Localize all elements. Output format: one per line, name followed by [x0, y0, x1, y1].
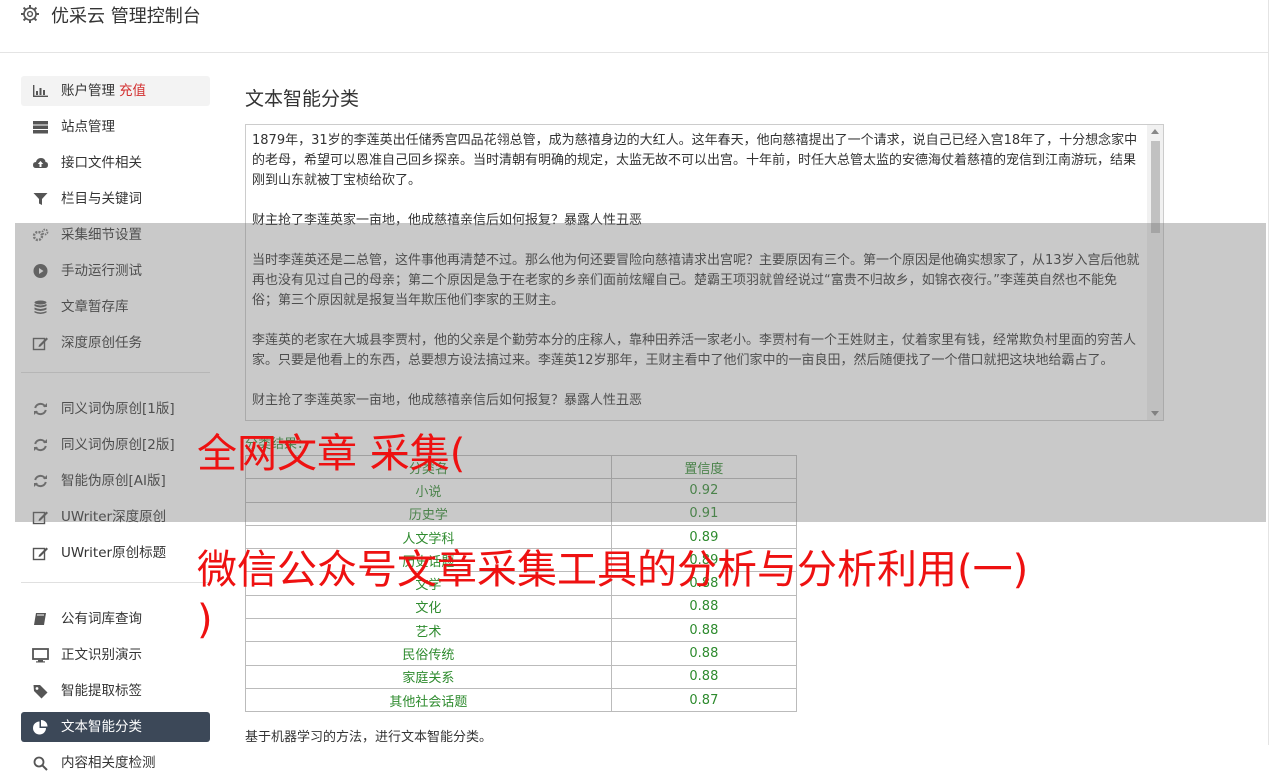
confidence-cell: 0.87: [610, 687, 798, 713]
scroll-up-arrow-icon[interactable]: [1151, 129, 1159, 134]
pie-icon: [33, 720, 48, 735]
server-icon: [33, 121, 48, 134]
sidebar-item-text: 站点管理: [61, 119, 115, 135]
sidebar-item-label: 文本智能分类: [61, 712, 142, 742]
search-icon: [33, 756, 48, 771]
sidebar-item-text: 内容相关度检测: [61, 755, 156, 771]
top-header: 优采云 管理控制台: [0, 0, 1268, 53]
text-paragraph: 1879年，31岁的李莲英出任储秀宫四品花翎总管，成为慈禧身边的大红人。这年春天…: [252, 133, 1138, 188]
monitor-icon: [32, 648, 49, 663]
watermark-line-2-text: 微信公众号文章采集工具的分析与分析利用(一): [197, 547, 1029, 593]
sidebar-item[interactable]: 栏目与关键词: [21, 184, 210, 214]
gear-icon[interactable]: [20, 4, 40, 24]
sidebar-item-label: 接口文件相关: [61, 148, 142, 178]
scrollbar-thumb[interactable]: [1151, 141, 1160, 233]
confidence-cell: 0.88: [610, 641, 798, 666]
book-icon: [34, 613, 46, 625]
chart-icon: [33, 85, 48, 97]
sidebar-item[interactable]: 账户管理 充值: [21, 76, 210, 106]
sidebar-item-text: 接口文件相关: [61, 155, 142, 171]
app-title: 优采云 管理控制台: [51, 6, 201, 27]
sidebar-item-label: 站点管理: [61, 112, 115, 142]
table-row: 民俗传统 0.88: [245, 641, 798, 666]
sidebar-item[interactable]: 内容相关度检测: [21, 748, 210, 778]
sidebar-item-text: 文本智能分类: [61, 719, 142, 735]
filter-icon: [33, 193, 48, 205]
watermark-line-2: 微信公众号文章采集工具的分析与分析利用(一)): [197, 545, 1097, 645]
right-divider: [1268, 0, 1269, 745]
watermark-line-1: 全网文章 采集(: [197, 431, 466, 477]
confidence-cell: 0.88: [610, 664, 798, 689]
footnote: 基于机器学习的方法，进行文本智能分类。: [245, 730, 493, 745]
sidebar-item[interactable]: 文本智能分类: [21, 712, 210, 742]
sidebar-item[interactable]: 公有词库查询: [21, 604, 210, 634]
page-title: 文本智能分类: [245, 88, 360, 110]
sidebar-item-text: 账户管理: [61, 83, 115, 99]
tag-icon: [33, 685, 48, 699]
sidebar-item-label: 内容相关度检测: [61, 748, 156, 778]
cloud-icon: [33, 158, 48, 168]
sidebar-item[interactable]: 接口文件相关: [21, 148, 210, 178]
edit-icon: [32, 547, 48, 561]
sidebar-item[interactable]: UWriter原创标题: [21, 538, 210, 568]
table-row: 家庭关系 0.88: [245, 664, 798, 689]
sidebar-item-text: 正文识别演示: [61, 647, 142, 663]
category-cell: 民俗传统: [245, 641, 612, 666]
table-row: 其他社会话题 0.87: [245, 687, 798, 713]
sidebar-item[interactable]: 智能提取标签: [21, 676, 210, 706]
sidebar-item-label: 正文识别演示: [61, 640, 142, 670]
sidebar-item-label: 账户管理 充值: [61, 76, 146, 106]
sidebar-item-text: 公有词库查询: [61, 611, 142, 627]
sidebar-item[interactable]: 站点管理: [21, 112, 210, 142]
sidebar-item-label: 智能提取标签: [61, 676, 142, 706]
category-cell: 其他社会话题: [245, 687, 612, 713]
category-cell: 家庭关系: [245, 664, 612, 689]
sidebar-item[interactable]: 正文识别演示: [21, 640, 210, 670]
sidebar-item-text: 栏目与关键词: [61, 191, 142, 207]
sidebar-divider: [21, 582, 210, 583]
sidebar-item-label: UWriter原创标题: [61, 538, 166, 568]
watermark-line-3-text: ): [197, 597, 213, 643]
recharge-link[interactable]: 充值: [119, 83, 146, 99]
sidebar-item-label: 公有词库查询: [61, 604, 142, 634]
sidebar-item-label: 栏目与关键词: [61, 184, 142, 214]
sidebar-item-text: 智能提取标签: [61, 683, 142, 699]
sidebar-item-text: UWriter原创标题: [61, 545, 167, 561]
